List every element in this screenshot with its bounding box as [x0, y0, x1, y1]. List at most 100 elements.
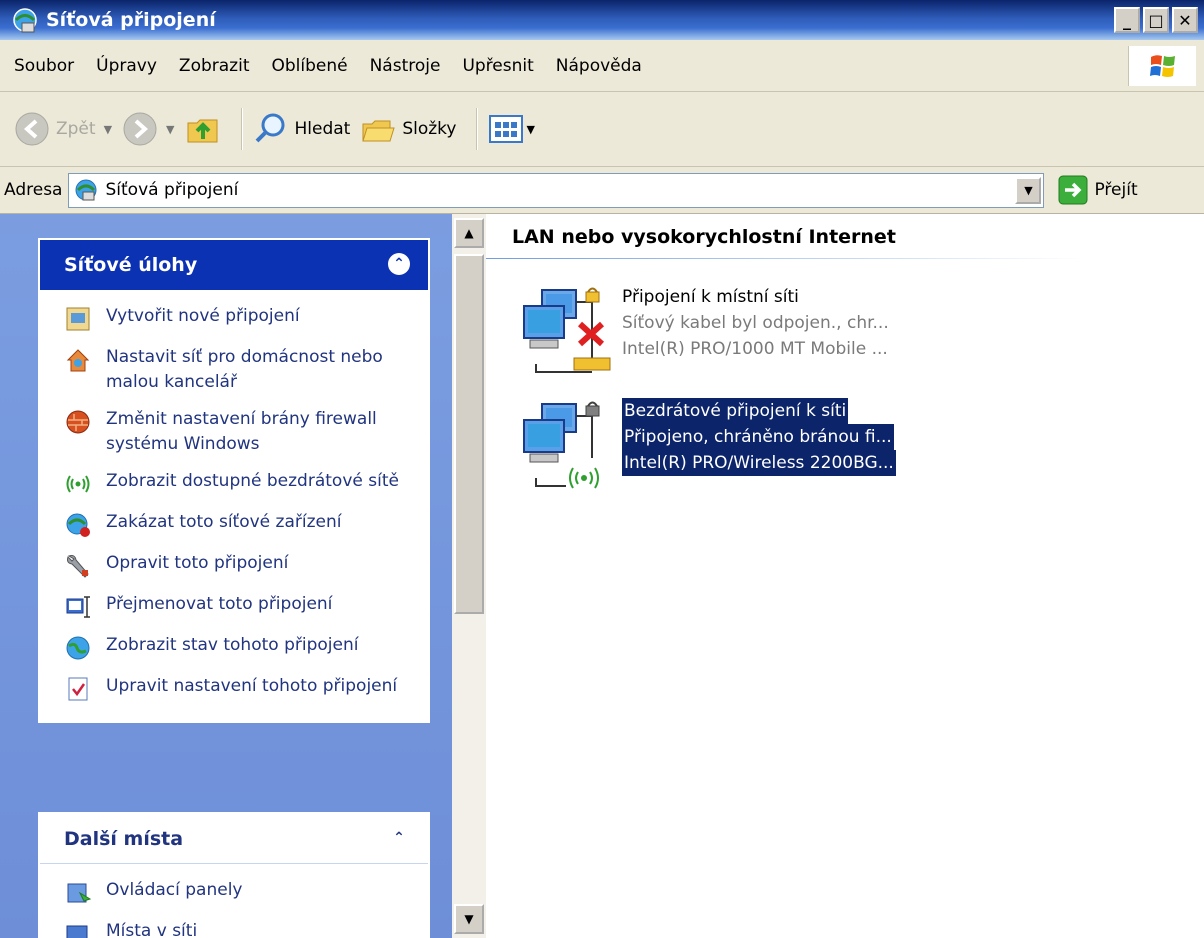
forward-dropdown-icon[interactable]: ▼ — [166, 123, 174, 136]
views-button[interactable]: ▼ — [488, 104, 535, 154]
task-label: Nastavit síť pro domácnost nebo malou ka… — [106, 347, 383, 392]
back-button[interactable]: Zpět ▼ — [14, 104, 112, 154]
up-folder-button[interactable] — [185, 104, 221, 154]
menu-zobrazit[interactable]: Zobrazit — [179, 56, 250, 76]
connection-status: Připojeno, chráněno bránou fi... — [622, 424, 894, 450]
task-label: Přejmenovat toto připojení — [106, 594, 333, 614]
other-places-list: Ovládací panely Místa v síti — [40, 864, 428, 938]
connection-details: Bezdrátové připojení k síti Připojeno, c… — [622, 398, 896, 476]
title-bar: Síťová připojení _ □ ✕ — [0, 0, 1204, 40]
window-title: Síťová připojení — [46, 9, 216, 31]
menu-oblibene[interactable]: Oblíbené — [271, 56, 347, 76]
toolbar-separator — [476, 108, 479, 150]
search-label: Hledat — [294, 119, 351, 139]
connection-name: Připojení k místní síti — [622, 287, 799, 307]
new-connection-icon — [66, 307, 90, 331]
search-button[interactable]: Hledat — [253, 104, 351, 154]
search-icon — [255, 113, 284, 143]
folder-up-icon — [187, 119, 217, 143]
minimize-button[interactable]: _ — [1114, 7, 1140, 33]
forward-button[interactable]: ▼ — [122, 104, 175, 154]
home-network-icon — [66, 349, 90, 372]
task-label: Změnit nastavení brány firewall systému … — [106, 409, 377, 454]
task-rename-connection[interactable]: Přejmenovat toto připojení — [64, 592, 418, 621]
connection-device: Intel(R) PRO/1000 MT Mobile ... — [622, 339, 888, 359]
address-value: Síťová připojení — [105, 180, 239, 200]
network-connections-icon — [13, 8, 37, 33]
folders-icon — [362, 120, 396, 142]
network-tasks-title: Síťové úlohy — [64, 254, 198, 276]
task-pane: Síťové úlohy ⌃ Vytvořit nové připojení N… — [0, 214, 452, 938]
forward-arrow-icon — [123, 112, 157, 146]
folders-label: Složky — [402, 119, 457, 139]
task-label: Vytvořit nové připojení — [106, 306, 300, 326]
connection-status: Síťový kabel byl odpojen., chr... — [622, 313, 889, 333]
collapse-chevron-icon[interactable]: ⌃ — [388, 253, 410, 275]
go-arrow-icon — [1058, 175, 1088, 205]
network-tasks-list: Vytvořit nové připojení Nastavit síť pro… — [40, 290, 428, 721]
folders-button[interactable]: Složky — [360, 104, 456, 154]
other-places-title: Další místa — [64, 827, 184, 850]
collapse-chevron-icon[interactable]: ⌃ — [388, 827, 410, 849]
other-places-panel: Další místa ⌃ Ovládací panely Místa v sí… — [38, 812, 430, 938]
network-connections-icon — [75, 179, 97, 201]
scroll-thumb[interactable] — [454, 254, 484, 614]
control-panel-icon — [67, 883, 92, 903]
task-label: Opravit toto připojení — [106, 553, 289, 573]
task-wireless-networks[interactable]: Zobrazit dostupné bezdrátové sítě — [64, 469, 418, 498]
menu-bar: Soubor Úpravy Zobrazit Oblíbené Nástroje… — [0, 40, 1204, 92]
other-places-header[interactable]: Další místa ⌃ — [40, 814, 428, 864]
address-dropdown-icon[interactable]: ▼ — [1015, 176, 1042, 204]
place-network-places[interactable]: Místa v síti — [64, 919, 418, 938]
task-change-settings[interactable]: Upravit nastavení tohoto připojení — [64, 674, 418, 703]
task-home-network[interactable]: Nastavit síť pro domácnost nebo malou ka… — [64, 345, 418, 395]
connection-name: Bezdrátové připojení k síti — [622, 398, 849, 424]
network-tasks-header[interactable]: Síťové úlohy ⌃ — [40, 240, 428, 290]
firewall-icon — [66, 410, 90, 434]
go-button[interactable]: Přejít — [1058, 175, 1138, 205]
connections-view: LAN nebo vysokorychlostní Internet Připo… — [486, 214, 1204, 938]
toolbar-separator — [240, 108, 243, 150]
back-label: Zpět — [56, 119, 96, 139]
group-header: LAN nebo vysokorychlostní Internet — [512, 226, 896, 248]
task-pane-scrollbar[interactable]: ▲ ▼ — [452, 214, 486, 938]
settings-document-icon — [68, 677, 88, 701]
task-view-status[interactable]: Zobrazit stav tohoto připojení — [64, 633, 418, 662]
close-button[interactable]: ✕ — [1172, 7, 1198, 33]
place-label: Místa v síti — [106, 921, 198, 938]
task-firewall-settings[interactable]: Změnit nastavení brány firewall systému … — [64, 407, 418, 457]
wrench-icon — [67, 555, 89, 578]
address-input[interactable]: Síťová připojení ▼ — [68, 172, 1045, 208]
status-globe-icon — [66, 636, 90, 660]
task-repair-connection[interactable]: Opravit toto připojení — [64, 551, 418, 580]
network-tasks-panel: Síťové úlohy ⌃ Vytvořit nové připojení N… — [38, 238, 430, 723]
connection-device: Intel(R) PRO/Wireless 2200BG... — [622, 450, 896, 476]
menu-soubor[interactable]: Soubor — [14, 56, 74, 76]
scroll-up-icon[interactable]: ▲ — [454, 218, 484, 248]
place-control-panel[interactable]: Ovládací panely — [64, 878, 418, 907]
connection-item-lan[interactable]: Připojení k místní síti Síťový kabel byl… — [516, 284, 889, 384]
address-bar: Adresa Síťová připojení ▼ Přejít — [0, 167, 1204, 214]
disable-network-icon — [66, 513, 90, 537]
rename-icon — [66, 596, 90, 618]
views-dropdown-icon[interactable]: ▼ — [526, 123, 534, 136]
menu-upresnit[interactable]: Upřesnit — [462, 56, 533, 76]
lan-connection-disconnected-icon — [523, 287, 611, 373]
task-label: Zobrazit stav tohoto připojení — [106, 635, 359, 655]
wireless-icon — [66, 475, 90, 493]
menu-upravy[interactable]: Úpravy — [96, 56, 157, 76]
scroll-down-icon[interactable]: ▼ — [454, 904, 484, 934]
back-arrow-icon — [15, 112, 49, 146]
connection-details: Připojení k místní síti Síťový kabel byl… — [622, 284, 889, 362]
go-label: Přejít — [1094, 180, 1138, 200]
windows-logo-icon — [1128, 46, 1196, 86]
group-divider — [486, 258, 1086, 259]
address-label: Adresa — [4, 180, 63, 200]
menu-napoveda[interactable]: Nápověda — [556, 56, 642, 76]
task-disable-device[interactable]: Zakázat toto síťové zařízení — [64, 510, 418, 539]
menu-nastroje[interactable]: Nástroje — [370, 56, 441, 76]
maximize-button[interactable]: □ — [1143, 7, 1169, 33]
task-create-connection[interactable]: Vytvořit nové připojení — [64, 304, 418, 333]
connection-item-wireless[interactable]: Bezdrátové připojení k síti Připojeno, c… — [516, 398, 896, 498]
back-dropdown-icon[interactable]: ▼ — [104, 123, 112, 136]
